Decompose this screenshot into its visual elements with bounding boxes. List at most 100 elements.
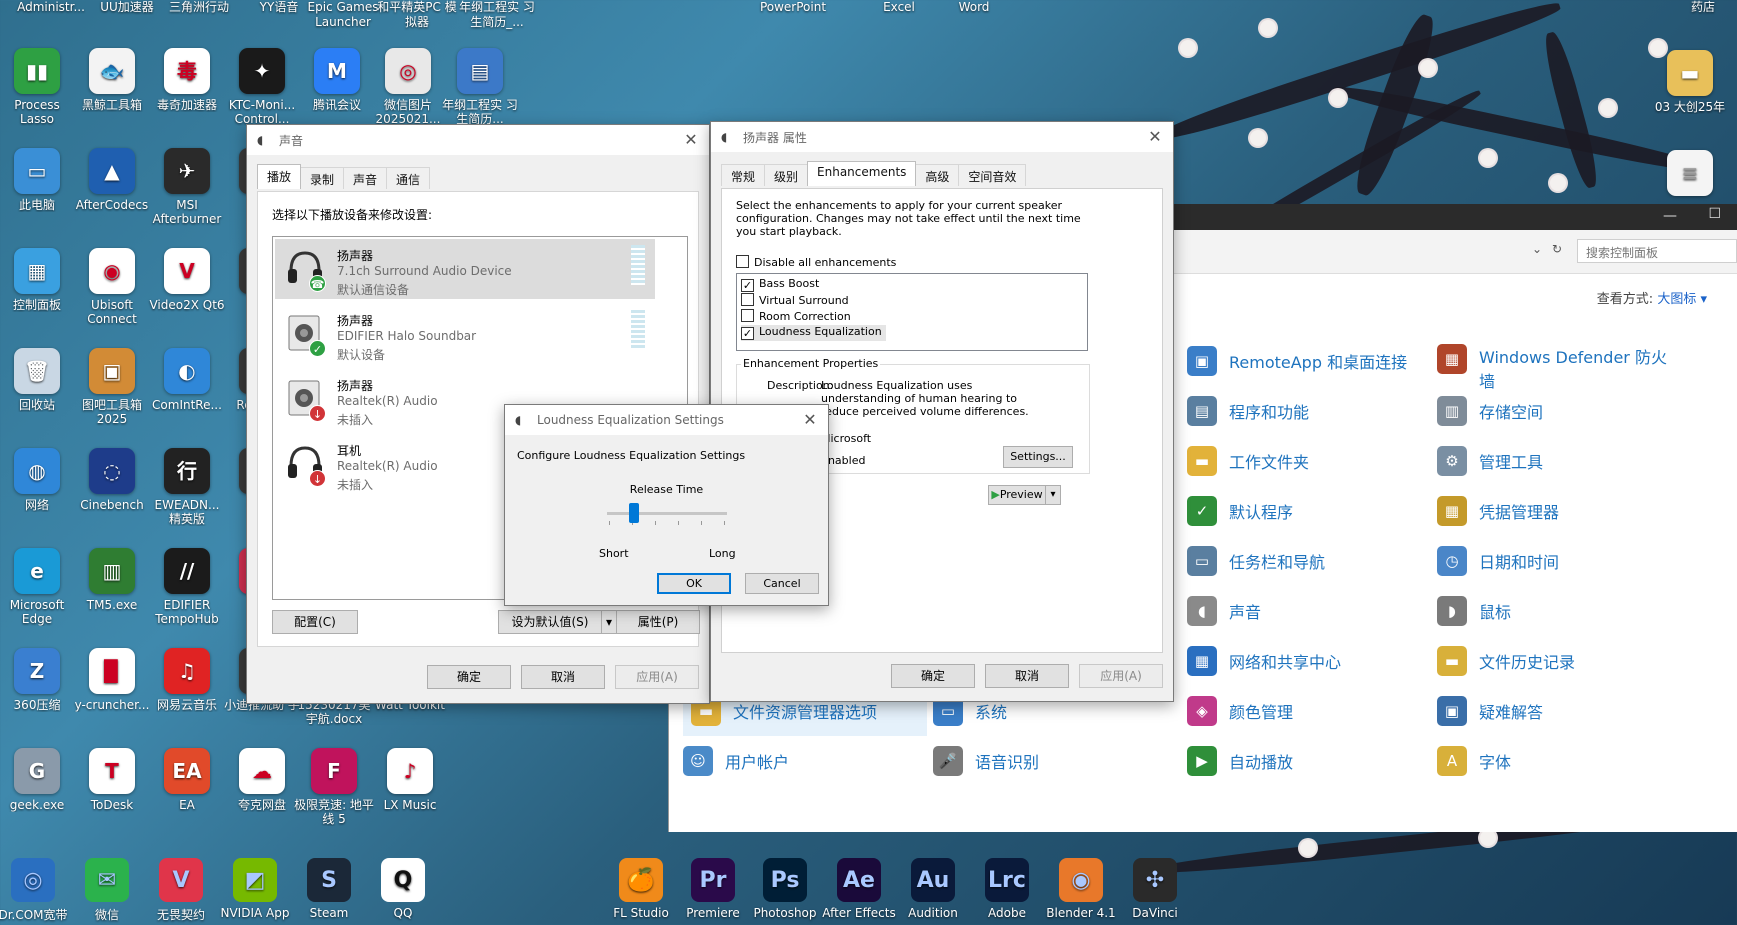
view-by-value[interactable]: 大图标 ▾: [1657, 292, 1707, 307]
ok-button[interactable]: OK: [657, 573, 731, 594]
cancel-button[interactable]: 取消: [521, 665, 605, 689]
desktop-icon[interactable]: Z 360压缩: [0, 648, 77, 744]
control-panel-item[interactable]: ☺ 用户帐户: [683, 744, 789, 778]
desktop-top-label[interactable]: 年纲工程实 习生简历_...: [456, 0, 538, 30]
desktop-icon[interactable]: ▉ y-cruncher...: [72, 648, 152, 744]
dock-icon[interactable]: ◉ Blender 4.1: [1044, 858, 1118, 920]
dock-icon[interactable]: ◎ Dr.COM宽带: [0, 858, 70, 923]
desktop-icon[interactable]: e Microsoft Edge: [0, 548, 77, 644]
dock-icon[interactable]: Lrc Adobe: [970, 858, 1044, 920]
control-panel-item[interactable]: ▶ 自动播放: [1187, 744, 1293, 778]
tab[interactable]: 通信: [386, 167, 431, 189]
desktop-icon[interactable]: ◌ Cinebench: [72, 448, 152, 544]
dock-icon[interactable]: Au Audition: [896, 858, 970, 920]
close-icon[interactable]: ✕: [1145, 127, 1165, 147]
tab[interactable]: 声音: [343, 167, 388, 189]
desktop-top-label[interactable]: Administr...: [10, 0, 92, 15]
cancel-button[interactable]: Cancel: [745, 573, 819, 594]
desktop-top-label[interactable]: PowerPoint: [752, 0, 834, 15]
desktop-icon[interactable]: V Video2X Qt6: [147, 248, 227, 344]
enhancement-item[interactable]: ✓ Loudness Equalization: [741, 325, 886, 341]
tab[interactable]: 录制: [300, 167, 345, 189]
desktop-icon[interactable]: F 极限竞速: 地平线 5: [294, 748, 374, 844]
dock-icon[interactable]: ✉ 微信: [70, 858, 144, 923]
control-panel-item[interactable]: ▬ 文件历史记录: [1437, 644, 1575, 678]
settings-button[interactable]: Settings...: [1003, 446, 1073, 468]
control-panel-item[interactable]: ◈ 颜色管理: [1187, 694, 1293, 728]
control-panel-item[interactable]: ◷ 日期和时间: [1437, 544, 1559, 578]
desktop-icon[interactable]: EA EA: [147, 748, 227, 844]
desktop-folder-dachuang[interactable]: ▬ 03 大创25年: [1650, 50, 1730, 146]
minimize-icon[interactable]: —: [1663, 208, 1677, 224]
tab[interactable]: 高级: [915, 164, 960, 186]
desktop-icon[interactable]: ▮▮ Process Lasso: [0, 48, 77, 144]
maximize-icon[interactable]: ☐: [1708, 206, 1721, 222]
dock-icon[interactable]: ✣ DaVinci: [1118, 858, 1192, 920]
set-default-dropdown[interactable]: ▾: [601, 610, 617, 634]
desktop-icon[interactable]: ♪ LX Music: [370, 748, 450, 844]
desktop-icon[interactable]: ✈ MSI Afterburner: [147, 148, 227, 244]
desktop-icon[interactable]: ◉ Ubisoft Connect: [72, 248, 152, 344]
enhancement-item[interactable]: Virtual Surround: [741, 293, 853, 309]
desktop-icon[interactable]: ▭ 此电脑: [0, 148, 77, 244]
dock-icon[interactable]: Pr Premiere: [676, 858, 750, 920]
release-time-slider[interactable]: [607, 499, 727, 527]
control-panel-item[interactable]: ◖ 声音: [1187, 594, 1261, 628]
control-panel-item[interactable]: ▦ 网络和共享中心: [1187, 644, 1341, 678]
desktop-icon[interactable]: ☁ 夸克网盘: [222, 748, 302, 844]
control-panel-item[interactable]: ▭ 任务栏和导航: [1187, 544, 1325, 578]
desktop-icon[interactable]: 🗑 回收站: [0, 348, 77, 444]
desktop-top-label[interactable]: 三角洲行动: [158, 0, 240, 15]
slider-thumb[interactable]: [629, 503, 639, 523]
ok-button[interactable]: 确定: [427, 665, 511, 689]
desktop-icon[interactable]: 行 EWEADN... 精英版: [147, 448, 227, 544]
desktop-icon[interactable]: ▥ TM5.exe: [72, 548, 152, 644]
control-panel-item[interactable]: ⚙ 管理工具: [1437, 444, 1543, 478]
ok-button[interactable]: 确定: [891, 664, 975, 688]
enhancement-item[interactable]: Room Correction: [741, 309, 855, 325]
cancel-button[interactable]: 取消: [985, 664, 1069, 688]
desktop-icon[interactable]: 🐟 黑鲸工具箱: [72, 48, 152, 144]
apply-button[interactable]: 应用(A): [615, 665, 699, 689]
desktop-top-label[interactable]: Excel: [858, 0, 940, 15]
desktop-top-label[interactable]: Epic Games Launcher: [302, 0, 384, 30]
control-panel-item[interactable]: ▬ 工作文件夹: [1187, 444, 1309, 478]
desktop-icon[interactable]: ▣ 图吧工具箱 2025: [72, 348, 152, 444]
tab[interactable]: 常规: [721, 164, 766, 186]
tab[interactable]: 空间音效: [958, 164, 1027, 186]
preview-dropdown[interactable]: ▾: [1045, 485, 1061, 505]
desktop-top-label[interactable]: 和平精英PC 模拟器: [376, 0, 458, 30]
device-item[interactable]: ✓ 扬声器 EDIFIER Halo Soundbar 默认设备: [275, 304, 655, 364]
desktop-icon[interactable]: 毒毒奇加速器: [147, 48, 227, 144]
dropdown-icon[interactable]: ⌄: [1532, 242, 1542, 256]
dock-icon[interactable]: Ps Photoshop: [748, 858, 822, 920]
desktop-icon[interactable]: ◐ ComIntRe...: [147, 348, 227, 444]
dock-icon[interactable]: V 无畏契约: [144, 858, 218, 923]
desktop-top-label[interactable]: 药店: [1662, 0, 1737, 15]
apply-button[interactable]: 应用(A): [1079, 664, 1163, 688]
control-panel-item[interactable]: ◗ 鼠标: [1437, 594, 1511, 628]
set-default-button[interactable]: 设为默认值(S): [498, 610, 602, 634]
dock-icon[interactable]: ◩ NVIDIA App: [218, 858, 292, 920]
dock-icon[interactable]: Q QQ: [366, 858, 440, 920]
desktop-icon[interactable]: ▲ AfterCodecs: [72, 148, 152, 244]
desktop-icon[interactable]: ♫ 网易云音乐: [147, 648, 227, 744]
dock-icon[interactable]: S Steam: [292, 858, 366, 920]
dock-icon[interactable]: Ae After Effects: [822, 858, 896, 920]
configure-button[interactable]: 配置(C): [272, 610, 358, 634]
tab[interactable]: Enhancements: [807, 161, 917, 186]
disable-all-checkbox[interactable]: Disable all enhancements: [736, 255, 896, 269]
control-panel-item[interactable]: ▦ 凭据管理器: [1437, 494, 1559, 528]
enhancement-item[interactable]: ✓ Bass Boost: [741, 277, 823, 293]
desktop-icon[interactable]: // EDIFIER TempoHub: [147, 548, 227, 644]
control-panel-item[interactable]: ✓ 默认程序: [1187, 494, 1293, 528]
desktop-icon[interactable]: Ggeek.exe: [0, 748, 77, 844]
control-panel-item[interactable]: A 字体: [1437, 744, 1511, 778]
desktop-icon[interactable]: T ToDesk: [72, 748, 152, 844]
close-icon[interactable]: ✕: [800, 410, 820, 430]
desktop-icon[interactable]: ▦ 控制面板: [0, 248, 77, 344]
properties-button[interactable]: 属性(P): [616, 610, 700, 634]
control-panel-item[interactable]: ▣ RemoteApp 和桌面连接: [1187, 344, 1407, 378]
refresh-icon[interactable]: ↻: [1552, 242, 1562, 256]
search-input[interactable]: 搜索控制面板: [1577, 239, 1737, 263]
